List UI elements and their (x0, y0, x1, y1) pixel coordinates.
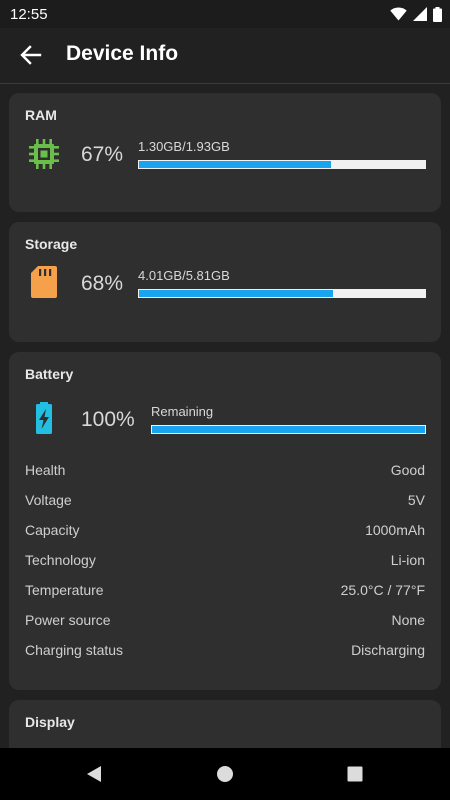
recents-square-icon[interactable] (345, 764, 365, 784)
cellular-signal-icon (413, 7, 427, 21)
wifi-icon (390, 7, 407, 21)
ram-percent: 67% (81, 143, 124, 166)
detail-row-capacity: Capacity 1000mAh (25, 520, 425, 550)
storage-usage: 4.01GB/5.81GB (138, 268, 230, 283)
ram-progress-bar (138, 160, 426, 169)
detail-label: Temperature (25, 582, 104, 598)
battery-remaining-label: Remaining (151, 404, 214, 419)
arrow-back-icon[interactable] (18, 42, 44, 68)
detail-value: Good (390, 462, 425, 478)
ram-card: RAM 67% 1.30GB/1.93GB (9, 93, 441, 212)
battery-charging-icon (36, 402, 52, 434)
detail-value: Li-ion (390, 552, 425, 568)
detail-value: 25.0°C / 77°F (340, 582, 425, 598)
battery-title: Battery (25, 366, 74, 382)
status-time: 12:55 (10, 6, 48, 23)
storage-card: Storage 68% 4.01GB/5.81GB (9, 222, 441, 342)
display-card: Display (9, 700, 441, 748)
status-bar: 12:55 (0, 0, 450, 28)
battery-details: Health Good Voltage 5V Capacity 1000mAh … (25, 460, 425, 670)
battery-percent: 100% (81, 408, 135, 431)
content-scroll[interactable]: RAM 67% 1.30GB/1.93GB Storage 68% 4.01GB… (0, 84, 450, 748)
detail-label: Voltage (25, 492, 72, 508)
sd-card-icon (31, 266, 57, 298)
back-triangle-icon[interactable] (84, 764, 104, 784)
display-title: Display (25, 714, 75, 730)
detail-label: Charging status (25, 642, 124, 658)
detail-row-voltage: Voltage 5V (25, 490, 425, 520)
storage-progress-bar (138, 289, 426, 298)
detail-label: Technology (25, 552, 96, 568)
system-nav-bar (0, 748, 450, 800)
detail-row-charging-status: Charging status Discharging (25, 640, 425, 670)
detail-row-temperature: Temperature 25.0°C / 77°F (25, 580, 425, 610)
storage-percent: 68% (81, 272, 124, 295)
battery-icon (433, 6, 442, 22)
battery-progress-fill (152, 426, 425, 433)
detail-label: Health (25, 462, 66, 478)
storage-title: Storage (25, 236, 78, 252)
storage-progress-fill (139, 290, 334, 297)
app-bar: Device Info (0, 28, 450, 84)
chip-icon (29, 139, 59, 169)
detail-value: None (391, 612, 425, 628)
page-title: Device Info (66, 42, 179, 65)
ram-progress-fill (139, 161, 331, 168)
battery-card: Battery 100% Remaining Health Good Volta… (9, 352, 441, 690)
detail-label: Power source (25, 612, 111, 628)
detail-value: 1000mAh (365, 522, 425, 538)
ram-title: RAM (25, 107, 57, 123)
detail-row-health: Health Good (25, 460, 425, 490)
ram-usage: 1.30GB/1.93GB (138, 139, 230, 154)
detail-row-power-source: Power source None (25, 610, 425, 640)
status-icons (390, 5, 442, 23)
detail-value: Discharging (351, 642, 425, 658)
detail-label: Capacity (25, 522, 80, 538)
home-circle-icon[interactable] (215, 764, 235, 784)
detail-row-technology: Technology Li-ion (25, 550, 425, 580)
detail-value: 5V (407, 492, 425, 508)
battery-progress-bar (151, 425, 426, 434)
